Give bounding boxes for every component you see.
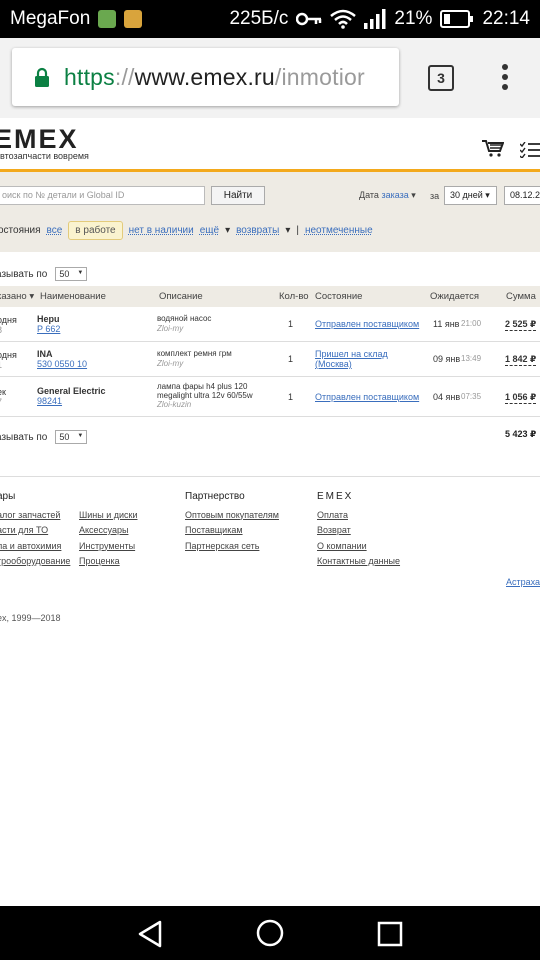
row-sum[interactable]: 2 525 ₽ (505, 319, 537, 331)
period-label: за (430, 191, 440, 201)
copyright: ex, 1999—2018 (0, 613, 61, 623)
web-page: EMEX втозапчасти вовремя оиск по № детал… (0, 118, 540, 906)
lock-notification-icon (124, 10, 143, 28)
filter-unmarked[interactable]: неотмеченные (305, 225, 373, 236)
col-name: Наименование (40, 291, 106, 302)
brand: Hepu (37, 314, 60, 324)
table-row: ек 7 General Electric 98241 лампа фары h… (0, 377, 540, 417)
browser-toolbar: https://www.emex.ru/inmotior 3 (0, 38, 540, 118)
site-tagline: втозапчасти вовремя (0, 151, 89, 161)
overflow-menu-icon[interactable] (500, 64, 510, 94)
footer-col-goods-2: Шины и диски Аксессуары Инструменты Проц… (79, 489, 138, 570)
order-state-link[interactable]: Отправлен поставщиком (315, 319, 419, 329)
part-number-link[interactable]: 530 0550 10 (37, 359, 87, 369)
android-nav-bar (0, 906, 540, 960)
order-state-link[interactable]: Пришел на склад (315, 349, 388, 359)
orders-table-header: казано ▾ Наименование Описание Кол-во Со… (0, 286, 540, 307)
brand: General Electric (37, 386, 106, 396)
signal-icon (364, 9, 386, 29)
wifi-icon (330, 9, 357, 29)
chevron-down-icon: ▾ (285, 225, 291, 236)
site-footer: ары алог запчастей асти для ТО ла и авто… (0, 476, 540, 776)
part-number-link[interactable]: P 662 (37, 324, 60, 334)
row-sum[interactable]: 1 056 ₽ (505, 392, 537, 404)
page-size-select[interactable]: 50 (55, 430, 88, 444)
date-type-dropdown[interactable]: заказа (381, 190, 408, 200)
tab-switcher-button[interactable]: 3 (428, 65, 454, 91)
home-icon[interactable] (256, 919, 284, 947)
lock-icon (35, 67, 49, 87)
footer-link[interactable]: Партнерская сеть (185, 539, 279, 555)
clock: 22:14 (482, 8, 530, 29)
footer-col-goods: ары алог запчастей асти для ТО ла и авто… (0, 489, 70, 570)
date-input[interactable]: 08.12.2017 (504, 186, 540, 205)
col-state: Состояние (315, 291, 363, 302)
search-button[interactable]: Найти (211, 186, 265, 205)
status-filter-bar: остояния все в работе нет в наличии ещё ▾… (0, 221, 373, 240)
site-header: EMEX втозапчасти вовремя (0, 118, 540, 172)
battery-icon (440, 10, 474, 28)
col-expected: Ожидается (430, 291, 479, 302)
footer-link[interactable]: Возврат (317, 523, 400, 539)
cart-icon[interactable] (482, 140, 504, 158)
footer-col-emex: EMEX Оплата Возврат О компании Контактны… (317, 489, 400, 570)
chevron-down-icon: ▾ (485, 190, 490, 200)
order-state-link[interactable]: Отправлен поставщиком (315, 392, 419, 402)
brand: INA (37, 349, 53, 359)
filter-in-progress[interactable]: в работе (68, 221, 123, 240)
footer-link[interactable]: Оплата (317, 508, 400, 524)
page-size-control: азывать по 50 (0, 267, 88, 281)
part-search-input[interactable]: оиск по № детали и Global ID (0, 186, 205, 205)
col-desc: Описание (159, 291, 203, 302)
page-size-select[interactable]: 50 (55, 267, 88, 281)
footer-link[interactable]: асти для ТО (0, 523, 70, 539)
footer-link[interactable]: О компании (317, 539, 400, 555)
back-icon[interactable] (137, 920, 163, 948)
table-row: одня 1 INA 530 0550 10 комплект ремня гр… (0, 342, 540, 377)
carrier-name: MegaFon (10, 8, 91, 29)
filter-all[interactable]: все (47, 225, 63, 236)
row-sum[interactable]: 1 842 ₽ (505, 354, 537, 366)
part-number-link[interactable]: 98241 (37, 396, 62, 406)
status-bar: MegaFon 225Б/с 21% 22:14 (0, 0, 540, 38)
footer-link[interactable]: Контактные данные (317, 554, 400, 570)
chevron-down-icon: ▾ (411, 190, 416, 200)
filter-returns[interactable]: возвраты (236, 225, 279, 236)
key-icon (296, 12, 322, 26)
filter-not-available[interactable]: нет в наличии (129, 225, 194, 236)
date-filter-label: Дата заказа ▾ (359, 190, 416, 200)
footer-link[interactable]: Оптовым покупателям (185, 508, 279, 524)
footer-link[interactable]: Шины и диски (79, 508, 138, 524)
footer-link[interactable]: трооборудование (0, 554, 70, 570)
battery-percent: 21% (394, 8, 433, 29)
footer-link[interactable]: Проценка (79, 554, 138, 570)
search-filter-panel: оиск по № детали и Global ID Найти Дата … (0, 172, 540, 252)
footer-link[interactable]: ла и автохимия (0, 539, 70, 555)
address-bar[interactable]: https://www.emex.ru/inmotior (12, 48, 399, 106)
status-filter-label: остояния (0, 225, 41, 236)
filter-more[interactable]: ещё (200, 225, 219, 236)
order-state-location[interactable]: (Москва) (315, 359, 352, 369)
recents-icon[interactable] (377, 921, 403, 947)
order-list-icon[interactable] (520, 142, 540, 158)
col-qty: Кол-во (279, 291, 309, 302)
url-text: https://www.emex.ru/inmotior (64, 63, 365, 90)
table-row: одня 8 Hepu P 662 водяной насос Zloi-my … (0, 307, 540, 342)
network-speed: 225Б/с (229, 8, 289, 29)
footer-link[interactable]: Поставщикам (185, 523, 279, 539)
footer-link[interactable]: Инструменты (79, 539, 138, 555)
city-selector[interactable]: Астрахань (506, 577, 540, 587)
footer-link[interactable]: Аксессуары (79, 523, 138, 539)
chevron-down-icon: ▾ (225, 225, 231, 236)
orders-total: 5 423 ₽ (505, 429, 537, 439)
col-ordered[interactable]: казано ▾ (0, 291, 34, 302)
footer-link[interactable]: алог запчастей (0, 508, 70, 524)
footer-col-partners: Партнерство Оптовым покупателям Поставщи… (185, 489, 279, 554)
col-sum: Сумма (506, 291, 536, 302)
page-size-control-bottom: азывать по 50 (0, 430, 88, 444)
game-notification-icon (98, 10, 117, 28)
period-select[interactable]: 30 дней ▾ (444, 186, 497, 205)
